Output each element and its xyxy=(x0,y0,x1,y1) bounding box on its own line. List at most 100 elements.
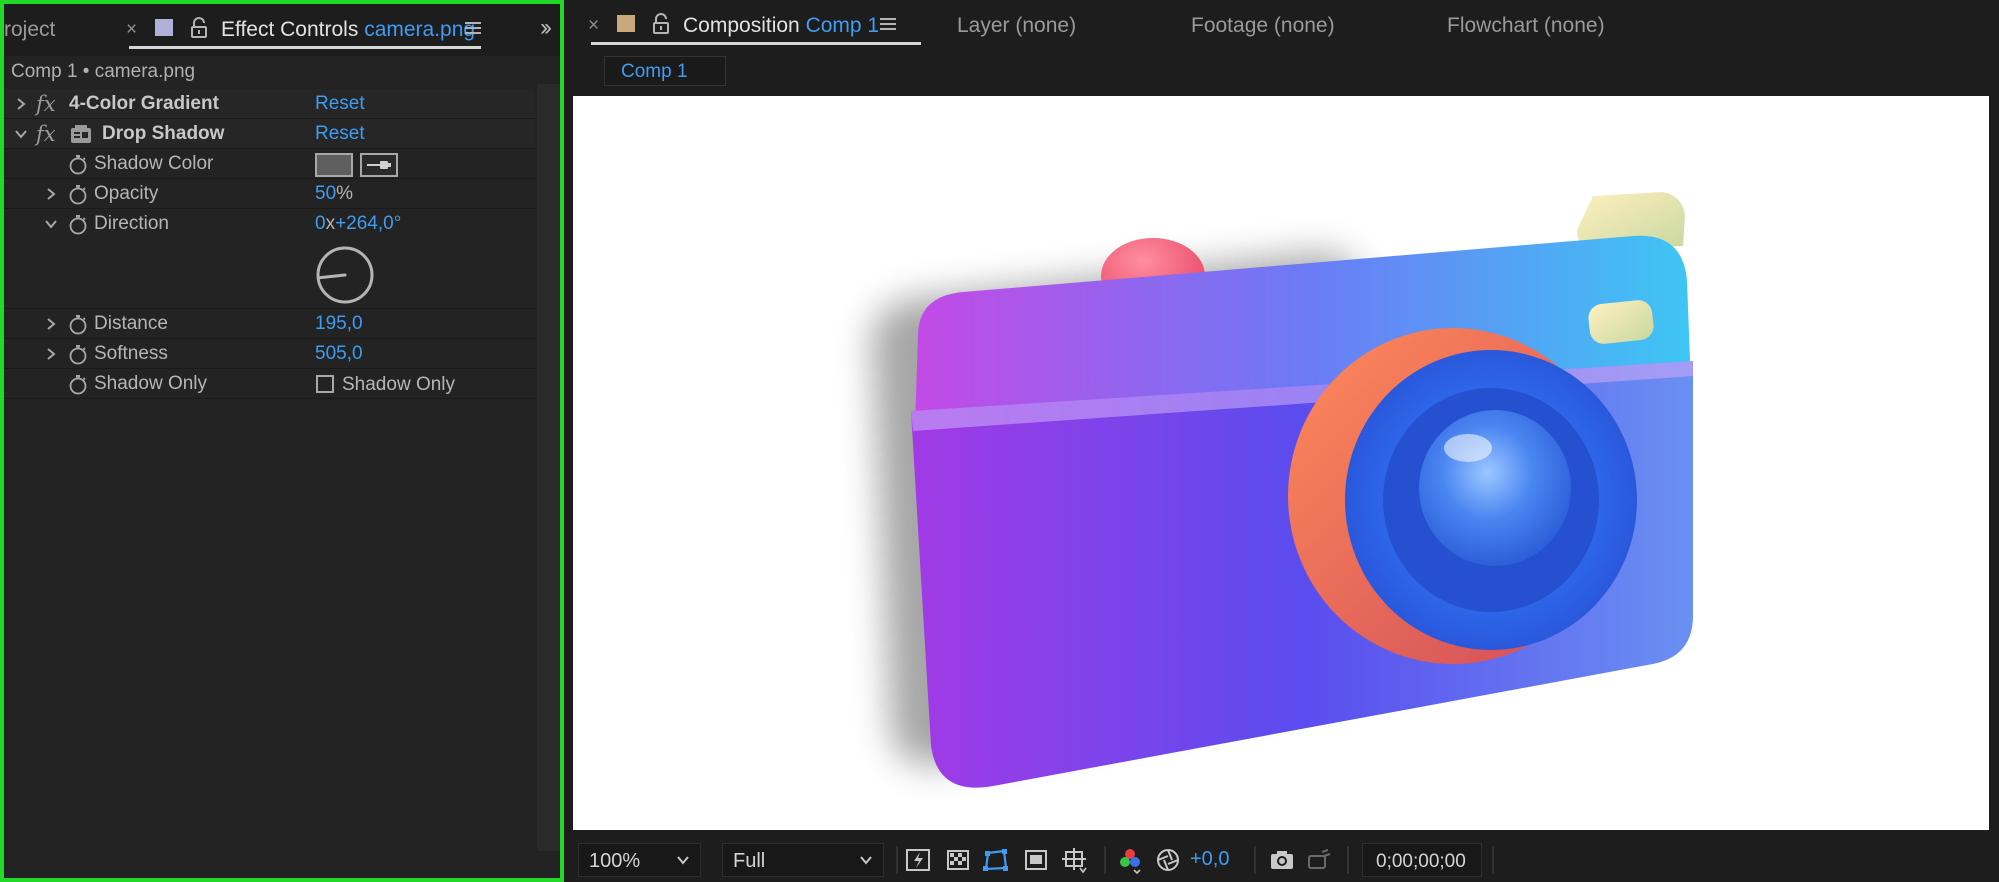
toolbar-divider xyxy=(1492,846,1494,874)
property-label: Distance xyxy=(94,313,168,334)
property-row-softness: Softness 505,0 xyxy=(4,339,535,369)
tab-effect-controls-target: camera.png xyxy=(364,18,476,41)
magnification-value: 100% xyxy=(589,850,641,872)
effect-name: 4-Color Gradient xyxy=(69,93,219,114)
property-label: Shadow Only xyxy=(94,373,208,394)
stopwatch-icon[interactable] xyxy=(68,154,88,175)
property-label: Direction xyxy=(94,213,169,234)
camera-image xyxy=(871,192,1693,788)
toolbar-divider xyxy=(1347,846,1349,874)
direction-value[interactable]: 0x+264,0° xyxy=(315,213,401,235)
shadow-only-checkbox-label[interactable]: Shadow Only xyxy=(342,374,455,396)
vertical-scrollbar[interactable] xyxy=(537,84,560,851)
tab-effect-controls-label: Effect Controls xyxy=(221,18,359,41)
show-snapshot-icon[interactable] xyxy=(1304,846,1332,874)
magnification-dropdown[interactable]: 100% xyxy=(578,843,701,877)
stopwatch-icon[interactable] xyxy=(68,184,88,205)
tab-flowchart[interactable]: Flowchart (none) xyxy=(1447,14,1605,38)
chevron-right-icon[interactable] xyxy=(44,185,58,203)
stopwatch-icon[interactable] xyxy=(68,374,88,395)
opacity-number: 50 xyxy=(315,183,337,204)
property-row-direction: Direction 0x+264,0° xyxy=(4,209,535,309)
fx-icon[interactable]: fx xyxy=(36,122,56,146)
region-of-interest-icon[interactable] xyxy=(1022,846,1050,874)
tab-composition[interactable]: Composition Comp 1 xyxy=(683,14,879,38)
composition-viewer[interactable] xyxy=(573,96,1989,830)
left-panel-tab-bar: roject × Effect Controls camera.png ›› xyxy=(4,4,560,56)
tab-composition-label: Composition xyxy=(683,14,800,37)
tab-layer[interactable]: Layer (none) xyxy=(957,14,1076,38)
property-label: Opacity xyxy=(94,183,159,204)
chevron-right-icon[interactable] xyxy=(44,315,58,333)
softness-value[interactable]: 505,0 xyxy=(315,343,363,365)
property-label: Shadow Color xyxy=(94,153,214,174)
grid-guide-options-icon[interactable] xyxy=(1060,846,1088,874)
exposure-value[interactable]: +0,0 xyxy=(1190,848,1229,871)
composition-panel: × Composition Comp 1 Layer (none) Footag… xyxy=(564,0,1999,882)
toolbar-divider xyxy=(896,846,898,874)
panel-menu-icon[interactable] xyxy=(465,21,481,35)
property-row-shadow-only: Shadow Only Shadow Only xyxy=(4,369,535,399)
reset-exposure-icon[interactable] xyxy=(1154,846,1182,874)
effect-controls-panel: roject × Effect Controls camera.png ›› C… xyxy=(0,0,564,882)
shadow-color-swatch[interactable] xyxy=(315,153,353,177)
comp-navigator-tab[interactable]: Comp 1 xyxy=(604,56,726,86)
effect-name: Drop Shadow xyxy=(102,123,225,144)
fast-previews-icon[interactable] xyxy=(904,846,932,874)
chevron-right-icon[interactable] xyxy=(14,95,28,113)
effect-row-4-color-gradient[interactable]: fx 4-Color Gradient Reset xyxy=(4,89,535,119)
tab-footage[interactable]: Footage (none) xyxy=(1191,14,1335,38)
close-icon[interactable]: × xyxy=(588,15,599,37)
opacity-value[interactable]: 50% xyxy=(315,183,353,205)
eyedropper-button[interactable] xyxy=(360,153,398,177)
direction-angle: +264,0° xyxy=(335,213,402,234)
reset-link[interactable]: Reset xyxy=(315,93,365,115)
direction-revolutions: 0 xyxy=(315,213,326,234)
shadow-only-checkbox[interactable] xyxy=(316,375,334,393)
chevron-double-right-icon[interactable]: ›› xyxy=(540,14,552,42)
toolbar-divider xyxy=(1254,846,1256,874)
camera-snapshot-icon[interactable] xyxy=(1268,846,1296,874)
panel-menu-icon[interactable] xyxy=(880,17,896,31)
lock-icon[interactable] xyxy=(651,13,671,35)
property-row-distance: Distance 195,0 xyxy=(4,309,535,339)
reset-link[interactable]: Reset xyxy=(315,123,365,145)
chevron-down-icon xyxy=(677,856,689,865)
current-time-display[interactable]: 0;00;00;00 xyxy=(1362,843,1482,877)
panel-color-swatch xyxy=(155,19,173,36)
panel-color-swatch xyxy=(617,15,635,32)
tab-effect-controls[interactable]: Effect Controls camera.png xyxy=(221,18,475,42)
toolbar-divider xyxy=(1104,846,1106,874)
composition-tab-bar: × Composition Comp 1 Layer (none) Footag… xyxy=(564,0,1999,52)
channel-rgb-icon[interactable] xyxy=(1116,846,1144,874)
active-tab-underline xyxy=(591,42,921,45)
direction-angle-dial[interactable] xyxy=(315,245,375,305)
stopwatch-icon[interactable] xyxy=(68,344,88,365)
stopwatch-icon[interactable] xyxy=(68,214,88,235)
active-tab-underline xyxy=(129,46,481,49)
gpu-accelerated-icon xyxy=(71,125,91,143)
distance-value[interactable]: 195,0 xyxy=(315,313,363,335)
resolution-dropdown[interactable]: Full xyxy=(722,843,884,877)
stopwatch-icon[interactable] xyxy=(68,314,88,335)
close-icon[interactable]: × xyxy=(126,19,137,41)
lock-icon[interactable] xyxy=(189,17,209,39)
opacity-unit: % xyxy=(336,183,354,204)
breadcrumb: Comp 1 • camera.png xyxy=(11,61,196,82)
eyedropper-icon xyxy=(367,161,391,169)
transparency-grid-icon[interactable] xyxy=(944,846,972,874)
resolution-value: Full xyxy=(733,850,766,872)
tab-project[interactable]: roject xyxy=(4,18,55,42)
chevron-right-icon[interactable] xyxy=(44,345,58,363)
fx-icon[interactable]: fx xyxy=(36,92,56,116)
property-row-opacity: Opacity 50% xyxy=(4,179,535,209)
chevron-down-icon[interactable] xyxy=(14,125,28,143)
direction-separator: x xyxy=(325,213,336,234)
tab-composition-name: Comp 1 xyxy=(805,14,880,37)
chevron-down-icon[interactable] xyxy=(44,215,58,233)
chevron-down-icon xyxy=(860,856,872,865)
viewer-toolbar: 100% Full +0,0 0;00;00;00 xyxy=(564,838,1999,882)
property-label: Softness xyxy=(94,343,168,364)
effect-row-drop-shadow[interactable]: fx Drop Shadow Reset xyxy=(4,119,535,149)
mask-path-visibility-icon[interactable] xyxy=(982,846,1010,874)
